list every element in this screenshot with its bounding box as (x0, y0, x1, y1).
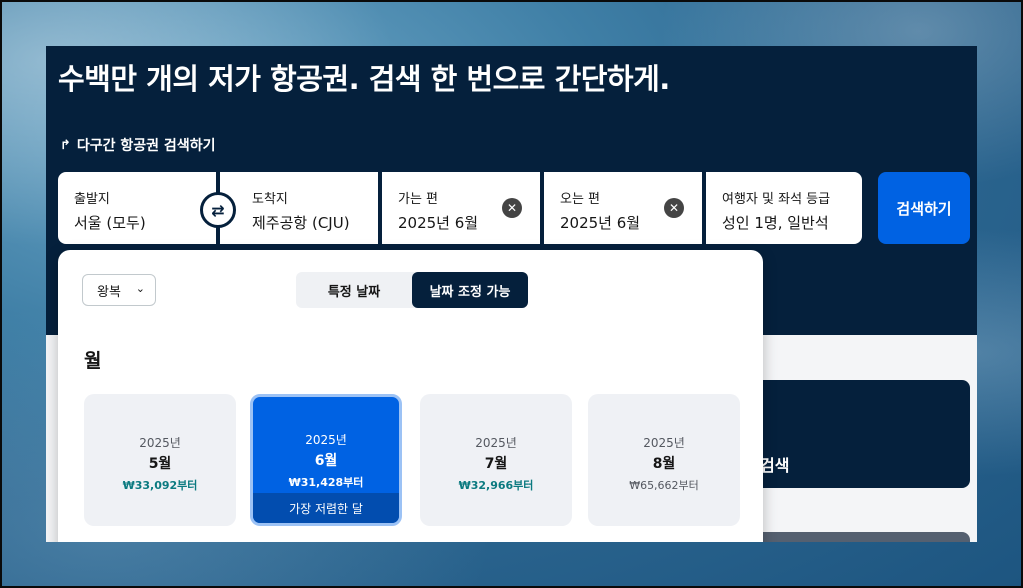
tab-specific-dates[interactable]: 특정 날짜 (296, 272, 412, 308)
multicity-label: 다구간 항공권 검색하기 (76, 138, 216, 154)
date-picker-popup: 왕복 ⌄ 특정 날짜 날짜 조정 가능 월 2025년 5월 ₩33,092부터… (58, 250, 763, 542)
page-viewport: 수백만 개의 저가 항공권. 검색 한 번으로 간단하게. ↱ 다구간 항공권 … (46, 46, 977, 542)
month-name: 7월 (484, 456, 508, 472)
month-year: 2025년 (139, 436, 181, 450)
month-card-june[interactable]: 2025년 6월 ₩31,428부터 가장 저렴한 달 (250, 394, 402, 526)
month-year: 2025년 (305, 433, 347, 447)
month-card-may[interactable]: 2025년 5월 ₩33,092부터 (84, 394, 236, 526)
clear-depart-icon[interactable]: ✕ (502, 198, 522, 218)
travellers-field[interactable]: 여행자 및 좌석 등급 성인 1명, 일반석 (706, 172, 862, 244)
chevron-down-icon: ⌄ (135, 282, 145, 295)
cheapest-month-badge: 가장 저렴한 달 (253, 493, 399, 523)
clear-return-icon[interactable]: ✕ (664, 198, 684, 218)
background-image: 수백만 개의 저가 항공권. 검색 한 번으로 간단하게. ↱ 다구간 항공권 … (2, 2, 1021, 586)
multicity-link[interactable]: ↱ 다구간 항공권 검색하기 (60, 135, 215, 155)
month-price: ₩65,662부터 (629, 479, 699, 492)
destination-field[interactable]: 도착지 제주공항 (CJU) (220, 172, 378, 244)
month-price: ₩33,092부터 (122, 479, 198, 492)
origin-value: 서울 (모두) (74, 214, 146, 232)
month-price: ₩31,428부터 (288, 476, 364, 489)
destination-label: 도착지 (252, 192, 288, 207)
multicity-icon: ↱ (60, 137, 71, 153)
side-card-text: 검색 (760, 456, 790, 475)
destination-value: 제주공항 (CJU) (252, 214, 350, 232)
month-price: ₩32,966부터 (458, 479, 534, 492)
side-image-card (746, 532, 970, 542)
side-promo-card[interactable]: 검색 (746, 380, 970, 488)
trip-type-value: 왕복 (97, 284, 121, 300)
search-button[interactable]: 검색하기 (878, 172, 970, 244)
month-card-july[interactable]: 2025년 7월 ₩32,966부터 (420, 394, 572, 526)
trip-type-select[interactable]: 왕복 ⌄ (82, 274, 156, 306)
tab-flexible-dates[interactable]: 날짜 조정 가능 (412, 272, 528, 308)
month-year: 2025년 (643, 436, 685, 450)
month-card-august[interactable]: 2025년 8월 ₩65,662부터 (588, 394, 740, 526)
hero-headline: 수백만 개의 저가 항공권. 검색 한 번으로 간단하게. (58, 62, 670, 96)
date-mode-toggle: 특정 날짜 날짜 조정 가능 (296, 272, 528, 308)
month-name: 6월 (314, 453, 338, 469)
section-title: 월 (84, 350, 102, 372)
month-name: 5월 (148, 456, 172, 472)
travellers-label: 여행자 및 좌석 등급 (722, 192, 831, 207)
travellers-value: 성인 1명, 일반석 (722, 214, 829, 232)
swap-icon[interactable]: ⇄ (200, 192, 236, 228)
origin-label: 출발지 (74, 192, 110, 207)
month-year: 2025년 (475, 436, 517, 450)
month-name: 8월 (652, 456, 676, 472)
origin-field[interactable]: 출발지 서울 (모두) (58, 172, 216, 244)
